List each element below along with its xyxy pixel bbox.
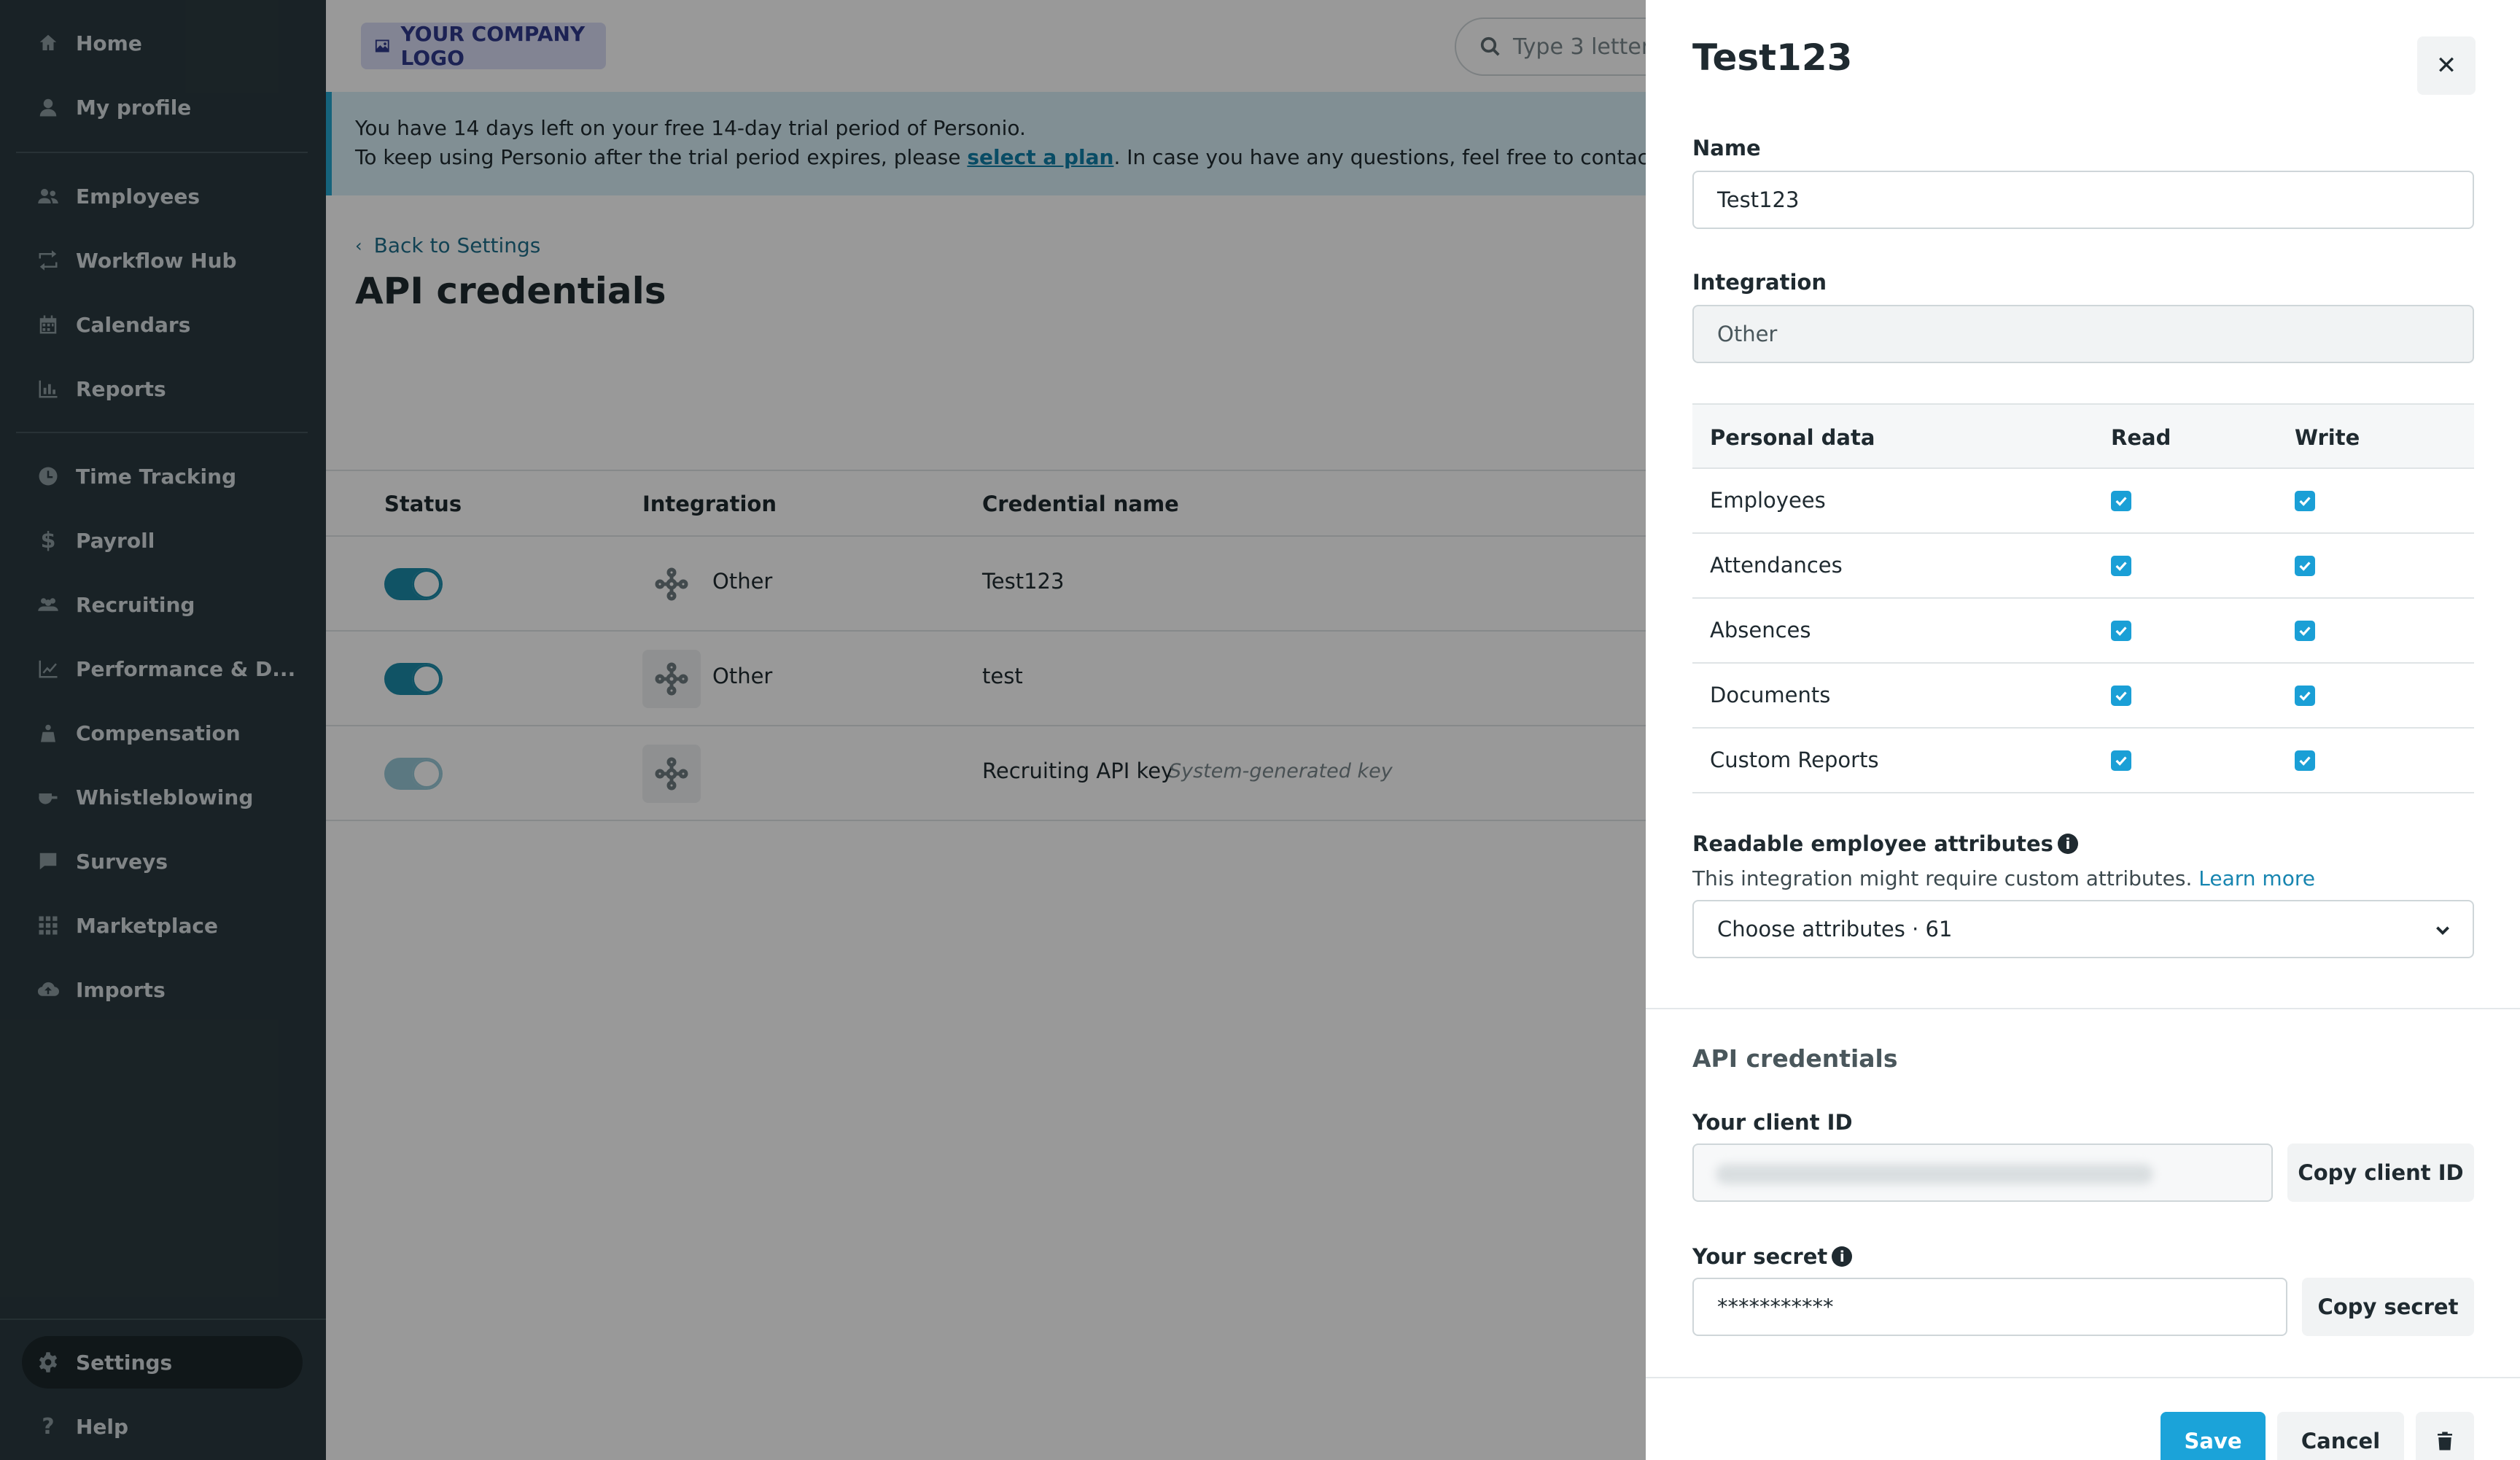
name-label: Name: [1692, 136, 1761, 160]
panel-title: Test123: [1692, 36, 1853, 79]
secret-label: Your secret i: [1692, 1244, 1853, 1269]
secret-field-value: ***********: [1717, 1294, 1834, 1319]
permissions-table: Personal data Read Write Employees Atten…: [1692, 403, 2474, 793]
close-button[interactable]: ✕: [2417, 36, 2476, 95]
info-icon[interactable]: i: [2057, 834, 2078, 854]
api-credentials-title: API credentials: [1692, 1044, 1898, 1073]
cancel-button[interactable]: Cancel: [2277, 1412, 2404, 1460]
integration-label: Integration: [1692, 270, 1827, 295]
perm-header-write: Write: [2295, 425, 2360, 450]
permission-name: Documents: [1710, 683, 1831, 707]
check-icon: [2115, 562, 2127, 571]
read-checkbox[interactable]: [2111, 750, 2131, 771]
perm-header-personal-data: Personal data: [1710, 425, 1875, 450]
permission-row-employees: Employees: [1692, 469, 2474, 534]
read-checkbox[interactable]: [2111, 686, 2131, 706]
check-icon: [2299, 562, 2311, 571]
check-icon: [2299, 497, 2311, 506]
delete-button[interactable]: [2416, 1412, 2474, 1460]
permission-row-attendances: Attendances: [1692, 534, 2474, 599]
section-divider: [1646, 1008, 2520, 1009]
permission-name: Custom Reports: [1710, 748, 1879, 772]
name-field-value: Test123: [1717, 187, 1800, 212]
write-checkbox[interactable]: [2295, 556, 2315, 576]
info-icon[interactable]: i: [1832, 1246, 1853, 1267]
check-icon: [2299, 756, 2311, 766]
chevron-down-icon: [2436, 926, 2449, 936]
copy-client-id-button[interactable]: Copy client ID: [2287, 1143, 2474, 1202]
attributes-select[interactable]: Choose attributes · 61: [1692, 900, 2474, 958]
save-button[interactable]: Save: [2161, 1412, 2266, 1460]
attributes-select-value: Choose attributes · 61: [1717, 917, 1953, 941]
write-checkbox[interactable]: [2295, 686, 2315, 706]
read-checkbox[interactable]: [2111, 556, 2131, 576]
write-checkbox[interactable]: [2295, 750, 2315, 771]
permission-row-custom-reports: Custom Reports: [1692, 729, 2474, 793]
write-checkbox[interactable]: [2295, 621, 2315, 641]
permissions-header: Personal data Read Write: [1692, 403, 2474, 469]
attributes-helper-text: This integration might require custom at…: [1692, 866, 2315, 890]
permission-name: Attendances: [1710, 553, 1843, 578]
readable-attributes-label: Readable employee attributes i: [1692, 831, 2078, 856]
permission-name: Absences: [1710, 618, 1811, 642]
check-icon: [2115, 691, 2127, 701]
learn-more-link[interactable]: Learn more: [2198, 866, 2315, 890]
check-icon: [2299, 626, 2311, 636]
secret-label-text: Your secret: [1692, 1244, 1828, 1269]
client-id-field[interactable]: [1692, 1143, 2273, 1202]
write-checkbox[interactable]: [2295, 491, 2315, 511]
check-icon: [2299, 691, 2311, 701]
secret-field[interactable]: ***********: [1692, 1278, 2287, 1336]
readable-attributes-label-text: Readable employee attributes: [1692, 831, 2053, 856]
check-icon: [2115, 626, 2127, 636]
permission-row-absences: Absences: [1692, 599, 2474, 664]
trash-icon: [2438, 1432, 2452, 1451]
copy-secret-button[interactable]: Copy secret: [2302, 1278, 2474, 1336]
check-icon: [2115, 756, 2127, 766]
attributes-helper: This integration might require custom at…: [1692, 866, 2199, 890]
redacted-value: [1716, 1164, 2153, 1184]
close-icon: ✕: [2435, 51, 2457, 80]
integration-field: Other: [1692, 305, 2474, 363]
read-checkbox[interactable]: [2111, 491, 2131, 511]
integration-field-value: Other: [1717, 322, 1778, 346]
edit-credential-panel: Test123 ✕ Name Test123 Integration Other…: [1646, 0, 2520, 1460]
read-checkbox[interactable]: [2111, 621, 2131, 641]
permission-name: Employees: [1710, 488, 1826, 513]
perm-header-read: Read: [2111, 425, 2171, 450]
check-icon: [2115, 497, 2127, 506]
name-field[interactable]: Test123: [1692, 171, 2474, 229]
modal-backdrop[interactable]: [0, 0, 1646, 1460]
permission-row-documents: Documents: [1692, 664, 2474, 729]
footer-divider: [1646, 1377, 2520, 1378]
client-id-label: Your client ID: [1692, 1110, 1853, 1135]
